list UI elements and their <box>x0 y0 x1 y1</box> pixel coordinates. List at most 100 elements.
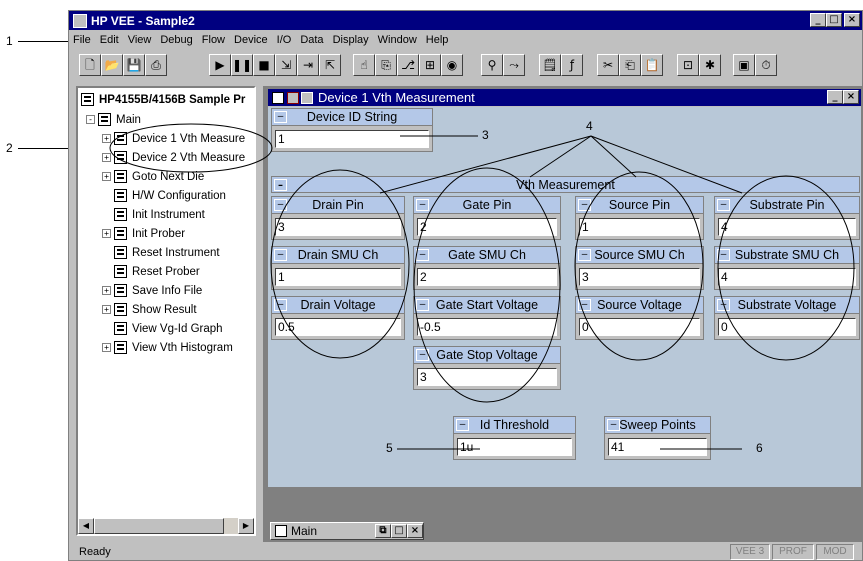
stop-icon[interactable]: ■ <box>253 54 275 76</box>
main-minimized-window[interactable]: Main ⧉ □ × <box>270 522 424 540</box>
menu-view[interactable]: View <box>128 34 152 46</box>
source-source-smu-ch-input[interactable]: 3 <box>579 268 700 286</box>
step-over-icon[interactable]: ⇥ <box>297 54 319 76</box>
drain-drain-smu-ch-input[interactable]: 1 <box>275 268 401 286</box>
tree-item[interactable]: + Goto Next Die <box>102 167 204 186</box>
minimize-icon[interactable]: _ <box>810 13 826 27</box>
show-exec-flow-icon[interactable]: ⎇ <box>397 54 419 76</box>
tree-item[interactable]: + Save Info File <box>102 281 202 300</box>
tree-root[interactable]: HP4155B/4156B Sample Pr <box>81 90 245 109</box>
maximize-icon[interactable]: □ <box>391 524 407 538</box>
gate-gate-smu-ch-input[interactable]: 2 <box>417 268 557 286</box>
tree-item[interactable]: + View Vth Histogram <box>102 338 233 357</box>
menu-device[interactable]: Device <box>234 34 268 46</box>
activity-icon[interactable]: ◉ <box>441 54 463 76</box>
menu-flow[interactable]: Flow <box>202 34 225 46</box>
drain-drain-pin-input[interactable]: 3 <box>275 218 401 236</box>
minus-icon[interactable]: – <box>717 249 730 261</box>
show-data-flow-icon[interactable]: ⎘ <box>375 54 397 76</box>
minus-icon[interactable]: – <box>578 299 591 311</box>
expand-icon[interactable]: + <box>102 343 111 352</box>
pause-icon[interactable]: ❚❚ <box>231 54 253 76</box>
minus-icon[interactable]: – <box>578 249 591 261</box>
paste-icon[interactable]: 📋 <box>641 54 663 76</box>
step-into-icon[interactable]: ⇲ <box>275 54 297 76</box>
minus-icon[interactable]: – <box>578 199 591 211</box>
minus-icon[interactable]: – <box>274 179 287 191</box>
new-file-icon[interactable]: 🗋 <box>79 54 101 76</box>
minus-icon[interactable]: – <box>274 199 287 211</box>
panel-view-icon[interactable]: ▣ <box>733 54 755 76</box>
collapse-icon[interactable]: - <box>86 115 95 124</box>
tree-item[interactable]: Init Instrument <box>102 205 205 224</box>
panel-view-toggle-icon[interactable] <box>287 91 299 104</box>
substrate-substrate-pin-input[interactable]: 4 <box>718 218 856 236</box>
gate-gate-stop-voltage-input[interactable]: 3 <box>417 368 557 386</box>
copy-icon[interactable]: ⎗ <box>619 54 641 76</box>
scroll-thumb[interactable] <box>94 518 224 534</box>
menu-edit[interactable]: Edit <box>100 34 119 46</box>
device-id-input[interactable]: 1 <box>275 130 429 148</box>
maximize-icon[interactable]: □ <box>826 13 842 27</box>
cut-icon[interactable]: ✂ <box>597 54 619 76</box>
minus-icon[interactable]: – <box>456 419 469 431</box>
tree-item[interactable]: + Device 1 Vth Measure <box>102 129 245 148</box>
device-minimize-icon[interactable]: _ <box>827 90 843 104</box>
minus-icon[interactable]: – <box>274 299 287 311</box>
minus-icon[interactable]: – <box>607 419 620 431</box>
expand-icon[interactable]: + <box>102 286 111 295</box>
minus-icon[interactable]: – <box>274 111 287 123</box>
gate-gate-pin-input[interactable]: 2 <box>417 218 557 236</box>
source-source-voltage-input[interactable]: 0 <box>579 318 700 336</box>
minus-icon[interactable]: – <box>717 299 730 311</box>
menu-file[interactable]: File <box>73 34 91 46</box>
timer-icon[interactable]: ⏱ <box>755 54 777 76</box>
open-folder-icon[interactable]: 📂 <box>101 54 123 76</box>
expand-icon[interactable]: + <box>102 229 111 238</box>
minus-icon[interactable]: – <box>416 199 429 211</box>
substrate-substrate-smu-ch-input[interactable]: 4 <box>718 268 856 286</box>
io-config-icon[interactable]: ✱ <box>699 54 721 76</box>
minus-icon[interactable]: – <box>717 199 730 211</box>
minus-icon[interactable]: – <box>416 299 429 311</box>
tree-item[interactable]: Reset Prober <box>102 262 200 281</box>
menu-io[interactable]: I/O <box>277 34 292 46</box>
detail-view-toggle-icon[interactable] <box>301 91 313 104</box>
instrument-manager-icon[interactable]: ⊡ <box>677 54 699 76</box>
minus-icon[interactable]: – <box>416 349 429 361</box>
sweep-points-input[interactable]: 41 <box>608 438 707 456</box>
run-icon[interactable]: ▶ <box>209 54 231 76</box>
menu-window[interactable]: Window <box>378 34 417 46</box>
tree-item[interactable]: + Device 2 Vth Measure <box>102 148 245 167</box>
scroll-right-icon[interactable]: ▶ <box>238 518 254 534</box>
breakpoint-icon[interactable]: ☝ <box>353 54 375 76</box>
menu-help[interactable]: Help <box>426 34 449 46</box>
save-icon[interactable]: 💾 <box>123 54 145 76</box>
scroll-left-icon[interactable]: ◀ <box>78 518 94 534</box>
tree-item[interactable]: Reset Instrument <box>102 243 220 262</box>
find-icon[interactable]: ⚲ <box>481 54 503 76</box>
device-close-icon[interactable]: × <box>843 90 859 104</box>
find-next-icon[interactable]: ⤳ <box>503 54 525 76</box>
tree-item[interactable]: + Init Prober <box>102 224 185 243</box>
minus-icon[interactable]: – <box>274 249 287 261</box>
restore-icon[interactable]: ⧉ <box>375 524 391 538</box>
step-out-icon[interactable]: ⇱ <box>319 54 341 76</box>
substrate-substrate-voltage-input[interactable]: 0 <box>718 318 856 336</box>
tree-horizontal-scrollbar[interactable]: ◀ ▶ <box>78 518 254 534</box>
print-icon[interactable]: ⎙ <box>145 54 167 76</box>
expand-icon[interactable]: + <box>102 134 111 143</box>
close-icon[interactable]: × <box>407 524 423 538</box>
id-threshold-input[interactable]: 1u <box>457 438 572 456</box>
tree-item[interactable]: - Main <box>86 110 141 129</box>
gate-gate-start-voltage-input[interactable]: -0.5 <box>417 318 557 336</box>
expand-icon[interactable]: + <box>102 305 111 314</box>
tree-item[interactable]: H/W Configuration <box>102 186 226 205</box>
menu-data[interactable]: Data <box>300 34 323 46</box>
drain-drain-voltage-input[interactable]: 0.5 <box>275 318 401 336</box>
tree-item[interactable]: + Show Result <box>102 300 197 319</box>
menu-display[interactable]: Display <box>333 34 369 46</box>
properties-icon[interactable]: 🗒 <box>539 54 561 76</box>
source-source-pin-input[interactable]: 1 <box>579 218 700 236</box>
minus-icon[interactable]: – <box>416 249 429 261</box>
